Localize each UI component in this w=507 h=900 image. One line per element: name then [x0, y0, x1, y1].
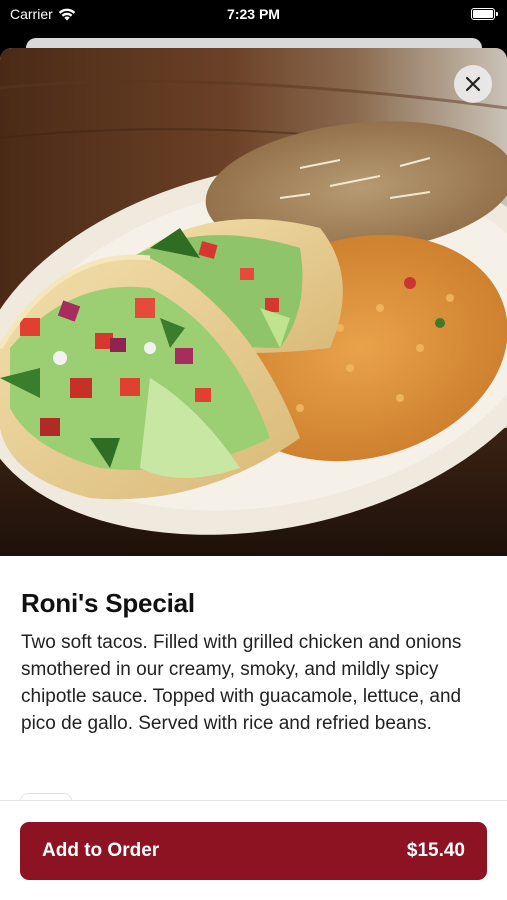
- order-footer: Add to Order $15.40: [0, 800, 507, 900]
- battery-icon: [471, 8, 498, 20]
- add-to-order-button[interactable]: Add to Order $15.40: [20, 822, 487, 880]
- item-title: Roni's Special: [21, 588, 195, 618]
- close-button[interactable]: [454, 65, 492, 103]
- item-price: $15.40: [406, 840, 465, 861]
- item-details: Roni's Special Two soft tacos. Filled wi…: [21, 588, 489, 737]
- add-to-order-label: Add to Order: [42, 840, 160, 861]
- item-description: Two soft tacos. Filled with grilled chic…: [21, 632, 462, 734]
- status-bar: Carrier 7:23 PM: [0, 0, 507, 30]
- screen: Carrier 7:23 PM Roni's Special Two soft …: [0, 0, 507, 900]
- item-detail-sheet: Roni's Special Two soft tacos. Filled wi…: [0, 48, 507, 900]
- close-icon: [465, 76, 481, 92]
- status-time: 7:23 PM: [227, 6, 280, 22]
- item-photo: [0, 48, 507, 556]
